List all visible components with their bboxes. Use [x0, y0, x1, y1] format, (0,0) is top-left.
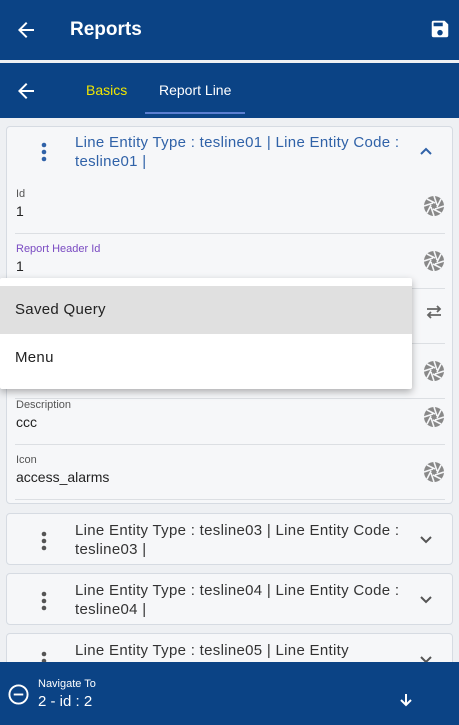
app-bar: Reports — [0, 0, 459, 60]
field-value: 1 — [16, 258, 24, 274]
page-title: Reports — [70, 19, 142, 40]
save-icon[interactable] — [429, 18, 451, 40]
field-value: ccc — [16, 414, 37, 430]
chevron-down-icon[interactable] — [418, 592, 434, 608]
back-arrow-icon[interactable] — [14, 79, 38, 103]
card-header[interactable]: Line Entity Type : tesline04 | Line Enti… — [7, 574, 452, 622]
arrow-down-icon[interactable] — [399, 693, 413, 707]
more-vert-icon[interactable] — [37, 530, 51, 552]
icon-field[interactable]: Icon access_alarms — [15, 448, 445, 500]
aperture-icon[interactable] — [423, 250, 445, 272]
description-field[interactable]: Description ccc — [15, 393, 445, 445]
tab-basics[interactable]: Basics — [86, 82, 127, 98]
card-header[interactable]: Line Entity Type : tesline01 | Line Enti… — [7, 127, 452, 175]
more-vert-icon[interactable] — [37, 141, 51, 163]
swap-horiz-icon[interactable] — [423, 301, 445, 323]
id-field[interactable]: Id 1 — [15, 182, 445, 234]
line-title: Line Entity Type : tesline04 | Line Enti… — [75, 582, 400, 618]
navigate-to-bar[interactable]: Navigate To 2 - id : 2 — [0, 662, 459, 725]
report-line-card[interactable]: Line Entity Type : tesline03 | Line Enti… — [6, 513, 453, 565]
field-label: Icon — [16, 454, 37, 466]
menu-item-saved-query[interactable]: Saved Query — [0, 286, 412, 334]
aperture-icon[interactable] — [423, 406, 445, 428]
line-title: Line Entity Type : tesline05 | Line Enti… — [75, 642, 349, 659]
field-value: access_alarms — [16, 469, 110, 485]
back-arrow-icon[interactable] — [14, 18, 38, 42]
field-label: Description — [16, 399, 72, 411]
aperture-icon[interactable] — [423, 360, 445, 382]
navigate-label: Navigate To — [38, 678, 96, 690]
menu-item-menu[interactable]: Menu — [0, 334, 412, 382]
more-vert-icon[interactable] — [37, 590, 51, 612]
aperture-icon[interactable] — [423, 461, 445, 483]
line-title: Line Entity Type : tesline03 | Line Enti… — [75, 522, 400, 558]
field-label: Report Header Id — [16, 243, 101, 255]
field-value: 1 — [16, 203, 24, 219]
chevron-up-icon[interactable] — [418, 143, 434, 159]
tab-bar: Basics Report Line — [0, 63, 459, 118]
card-header[interactable]: Line Entity Type : tesline03 | Line Enti… — [7, 514, 452, 562]
line-title: Line Entity Type : tesline01 | Line Enti… — [75, 134, 400, 170]
navigate-value[interactable]: 2 - id : 2 — [38, 693, 92, 710]
aperture-icon[interactable] — [423, 195, 445, 217]
chevron-down-icon[interactable] — [418, 532, 434, 548]
field-label: Id — [16, 188, 26, 200]
remove-circle-icon[interactable] — [8, 684, 29, 705]
active-tab-indicator — [145, 112, 245, 114]
context-menu: Saved Query Menu — [0, 278, 412, 389]
tab-report-line[interactable]: Report Line — [159, 82, 231, 98]
report-line-card[interactable]: Line Entity Type : tesline04 | Line Enti… — [6, 573, 453, 625]
